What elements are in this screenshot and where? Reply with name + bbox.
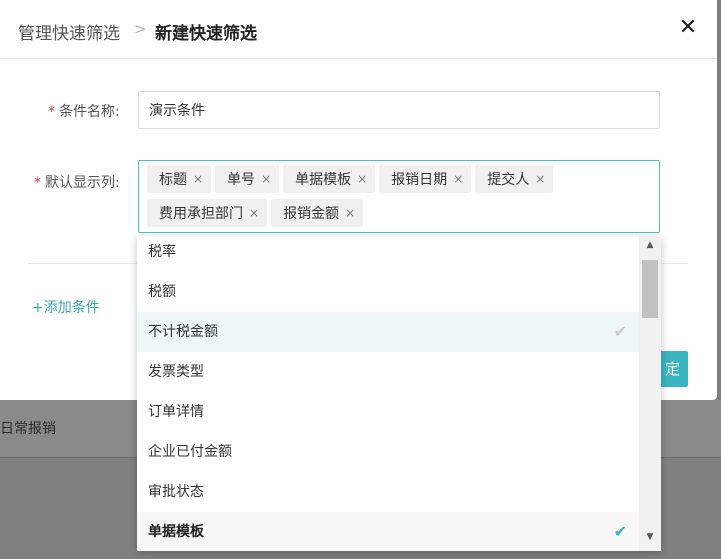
dropdown-option-label: 税率 — [148, 244, 176, 260]
column-tag: 标题 × — [147, 165, 212, 193]
remove-tag-icon[interactable]: × — [345, 206, 355, 220]
condition-name-input[interactable] — [138, 91, 660, 129]
remove-tag-icon[interactable]: × — [193, 172, 203, 186]
breadcrumb-new-quick-filter: 新建快速筛选 — [155, 24, 257, 44]
column-tag: 提交人 × — [475, 165, 554, 193]
dropdown-option[interactable]: 单据模板 ✔ — [137, 512, 639, 551]
remove-tag-icon[interactable]: × — [357, 172, 367, 186]
dropdown-option[interactable]: 不计税金额 ✔ — [137, 312, 639, 352]
checkmark-icon: ✔ — [613, 322, 627, 341]
breadcrumb-separator-icon: > — [134, 20, 147, 38]
dropdown-option-list: 税率税额不计税金额 ✔ 发票类型订单详情企业已付金额 审批状态单据模板 ✔ — [137, 236, 639, 551]
required-mark: * — [48, 104, 55, 120]
dropdown-option-label: 不计税金额 — [148, 324, 218, 340]
column-tag: 费用承担部门 × — [147, 199, 268, 227]
dropdown-option-label: 税额 — [148, 284, 176, 300]
column-tag-label: 费用承担部门 — [159, 206, 243, 222]
dropdown-scrollbar[interactable]: ▲ ▼ — [639, 236, 661, 551]
column-tag-label: 标题 — [159, 172, 187, 188]
scroll-up-icon[interactable]: ▲ — [639, 240, 661, 256]
default-columns-label: * 默认显示列: — [34, 175, 120, 191]
scroll-thumb[interactable] — [642, 260, 658, 318]
column-tag-label: 报销金额 — [283, 206, 340, 222]
dropdown-option[interactable]: 企业已付金额 — [137, 432, 639, 472]
background-row-text: 日常报销 — [0, 421, 56, 437]
column-tag-label: 报销日期 — [391, 172, 448, 188]
dropdown-option-label: 订单详情 — [148, 404, 204, 420]
scroll-down-icon[interactable]: ▼ — [639, 532, 661, 548]
remove-tag-icon[interactable]: × — [249, 206, 259, 220]
columns-dropdown: 税率税额不计税金额 ✔ 发票类型订单详情企业已付金额 审批状态单据模板 ✔ ▲ ▼ — [137, 236, 661, 551]
dropdown-option[interactable]: 税额 — [137, 272, 639, 312]
remove-tag-icon[interactable]: × — [261, 172, 271, 186]
column-tag: 报销日期 × — [379, 165, 472, 193]
dropdown-option-label: 审批状态 — [148, 484, 204, 500]
column-tag: 单据模板 × — [283, 165, 376, 193]
dropdown-option[interactable]: 发票类型 — [137, 352, 639, 392]
dialog-header: 管理快速筛选 > 新建快速筛选 ✕ — [0, 0, 717, 59]
dropdown-option-label: 发票类型 — [148, 364, 204, 380]
column-tag-label: 单号 — [227, 172, 256, 188]
dropdown-option-label: 企业已付金额 — [148, 444, 232, 460]
condition-name-label: * 条件名称: — [48, 104, 120, 120]
checkmark-icon: ✔ — [613, 522, 627, 541]
breadcrumb-manage-quick-filter[interactable]: 管理快速筛选 — [18, 19, 120, 44]
dropdown-option[interactable]: 订单详情 — [137, 392, 639, 432]
close-icon[interactable]: ✕ — [676, 17, 700, 41]
column-tag: 单号 × — [215, 165, 280, 193]
column-tag-label: 提交人 — [487, 172, 530, 188]
column-tag-label: 单据模板 — [295, 172, 352, 188]
required-mark: * — [34, 175, 41, 191]
add-condition-button[interactable]: +添加条件 — [32, 297, 100, 317]
default-columns-select[interactable]: 标题 × 单号 × 单据模板 × 报销日期 × 提交人 × 费用承担部门 × 报销金额 × — [138, 160, 660, 233]
dropdown-option[interactable]: 审批状态 — [137, 472, 639, 512]
column-tag: 报销金额 × — [271, 199, 364, 227]
remove-tag-icon[interactable]: × — [535, 172, 545, 186]
dropdown-option[interactable]: 税率 — [137, 236, 639, 272]
dropdown-option-label: 单据模板 — [148, 524, 204, 540]
remove-tag-icon[interactable]: × — [453, 172, 463, 186]
